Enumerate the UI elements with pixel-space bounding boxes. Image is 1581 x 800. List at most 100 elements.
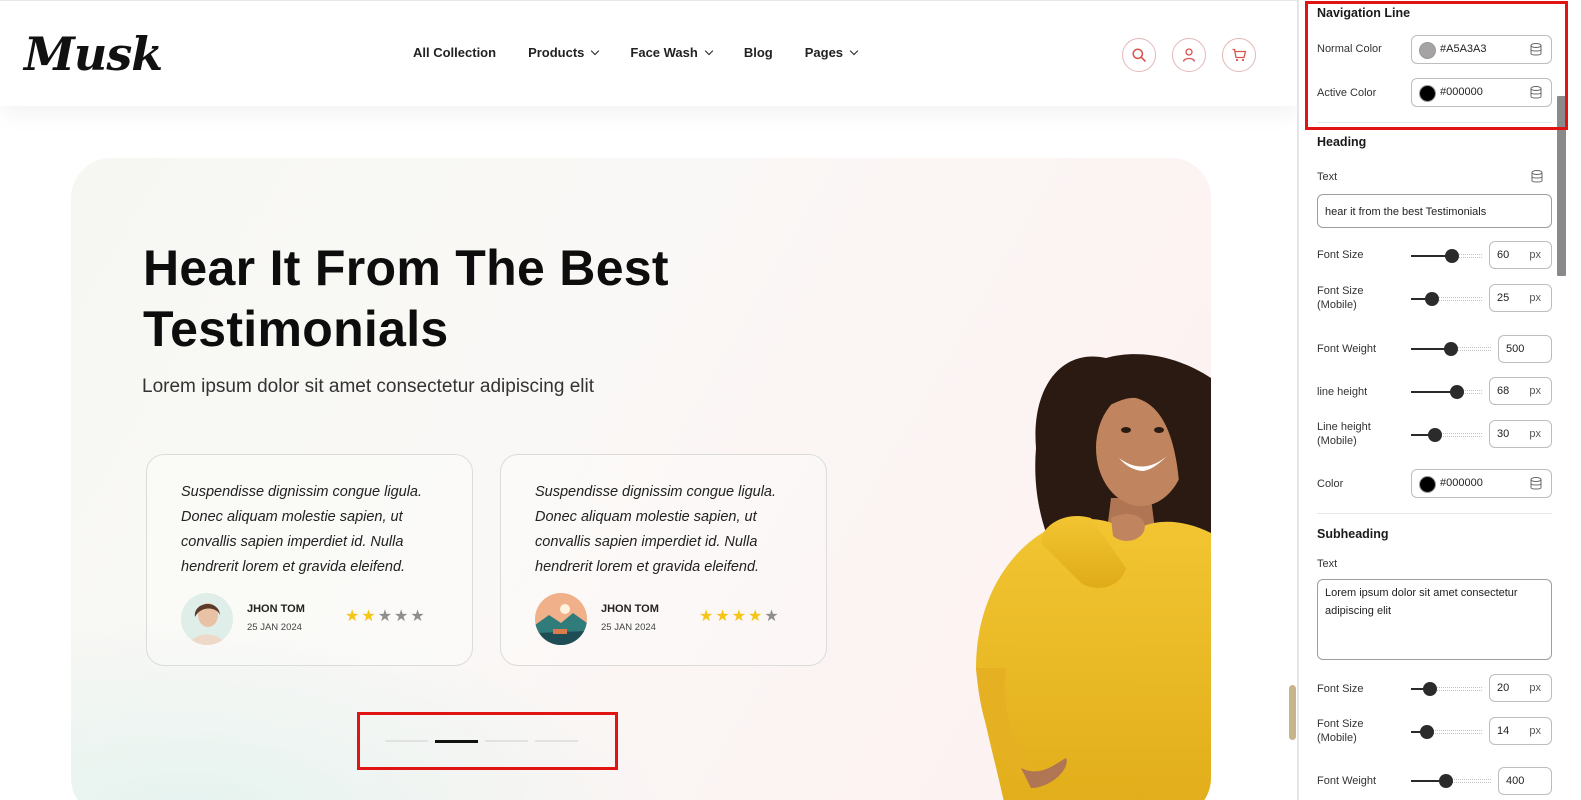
nav-item-all-collection[interactable]: All Collection	[413, 45, 496, 60]
heading-font-size-label: Font Size	[1317, 249, 1364, 261]
hero-title-line: Testimonials	[143, 301, 449, 357]
value: 68	[1497, 385, 1510, 397]
subheading-font-size-mobile-label: Font Size (Mobile)	[1317, 718, 1364, 744]
pagination-dash[interactable]	[485, 740, 528, 742]
heading-font-size-mobile-label: Font Size (Mobile)	[1317, 285, 1364, 311]
value: 60	[1497, 249, 1510, 261]
color-swatch[interactable]	[1419, 476, 1436, 493]
slider-rest	[1427, 730, 1482, 734]
subheading-font-weight-slider[interactable]	[1411, 774, 1491, 788]
unit: px	[1529, 249, 1541, 261]
preview-scrollbar-thumb[interactable]	[1289, 685, 1296, 740]
star-rating: ★ ★ ★ ★ ★	[345, 609, 425, 625]
nav-item-label: Pages	[804, 45, 844, 60]
hero-title-line: Hear It From The Best	[143, 240, 669, 296]
value: 25	[1497, 292, 1510, 304]
star-empty-icon: ★	[377, 608, 393, 625]
testimonial-card: Suspendisse dignissim congue ligula. Don…	[500, 454, 827, 666]
testimonial-card: Suspendisse dignissim congue ligula. Don…	[146, 454, 473, 666]
slider-thumb[interactable]	[1450, 385, 1464, 399]
nav-item-blog[interactable]: Blog	[744, 45, 773, 60]
heading-line-height-input[interactable]: 68 px	[1489, 377, 1552, 405]
subheading-font-weight-input[interactable]: 400	[1498, 767, 1552, 795]
unit: px	[1529, 428, 1541, 440]
nav-item-label: Blog	[743, 45, 773, 60]
heading-font-weight-label: Font Weight	[1317, 343, 1377, 355]
slider-thumb[interactable]	[1420, 725, 1434, 739]
search-icon	[1132, 48, 1146, 62]
database-icon[interactable]	[1530, 477, 1542, 490]
database-icon[interactable]	[1530, 86, 1542, 99]
slider-thumb[interactable]	[1428, 428, 1442, 442]
heading-font-size-slider[interactable]	[1411, 249, 1482, 263]
heading-font-size-mobile-input[interactable]: 25 px	[1489, 284, 1552, 312]
section-divider	[1317, 513, 1552, 514]
heading-text-label: Text	[1317, 171, 1338, 183]
slider-thumb[interactable]	[1423, 682, 1437, 696]
nav-item-label: Products	[528, 45, 585, 60]
slider-thumb[interactable]	[1445, 249, 1459, 263]
subheading-font-size-mobile-input[interactable]: 14 px	[1489, 717, 1552, 745]
store-preview: Musk All Collection Products Face Wash B…	[0, 0, 1298, 800]
subheading-text-input[interactable]: Lorem ipsum dolor sit amet consectetur a…	[1317, 579, 1552, 660]
model-photo	[976, 354, 1211, 800]
panel-scrollbar-thumb[interactable]	[1557, 96, 1566, 276]
slider-thumb[interactable]	[1444, 342, 1458, 356]
slider-thumb[interactable]	[1439, 774, 1453, 788]
chevron-down-icon	[591, 46, 600, 55]
site-header: Musk All Collection Products Face Wash B…	[0, 0, 1297, 106]
star-empty-icon: ★	[394, 608, 409, 625]
nav-item-face-wash[interactable]: Face Wash	[630, 45, 714, 60]
unit: px	[1529, 385, 1541, 397]
heading-color-field[interactable]: #000000	[1411, 469, 1552, 498]
active-color-field[interactable]: #000000	[1411, 78, 1552, 107]
star-filled-icon: ★	[731, 608, 747, 625]
heading-font-size-mobile-slider[interactable]	[1411, 292, 1482, 306]
star-empty-icon: ★	[764, 608, 779, 625]
star-empty-icon: ★	[410, 608, 425, 625]
testimonial-date: 25 JAN 2024	[601, 622, 656, 633]
account-button[interactable]	[1172, 38, 1206, 72]
pagination-dash[interactable]	[535, 740, 578, 742]
section-divider	[1317, 122, 1552, 123]
subheading-font-size-slider[interactable]	[1411, 682, 1482, 696]
hero-title: Hear It From The Best Testimonials	[143, 238, 763, 360]
cart-icon	[1232, 48, 1247, 62]
site-logo[interactable]: Musk	[24, 27, 163, 81]
chevron-down-icon	[849, 46, 859, 55]
slider-thumb[interactable]	[1425, 292, 1439, 306]
search-button[interactable]	[1122, 38, 1156, 72]
nav-item-pages[interactable]: Pages	[804, 45, 859, 60]
pagination-dash[interactable]	[435, 740, 478, 743]
subheading-font-size-input[interactable]: 20 px	[1489, 674, 1552, 702]
testimonial-date: 25 JAN 2024	[247, 622, 302, 633]
nav-item-products[interactable]: Products	[528, 45, 600, 60]
slider-rest	[1432, 297, 1482, 301]
active-color-label: Active Color	[1317, 87, 1377, 99]
unit: px	[1529, 682, 1541, 694]
heading-text-input[interactable]: hear it from the best Testimonials	[1317, 194, 1552, 228]
avatar	[181, 593, 233, 645]
color-swatch[interactable]	[1419, 85, 1436, 102]
normal-color-field[interactable]: #A5A3A3	[1411, 35, 1552, 64]
testimonial-quote: Suspendisse dignissim congue ligula. Don…	[181, 484, 423, 575]
color-hex: #A5A3A3	[1440, 43, 1487, 55]
heading-font-weight-input[interactable]: 500	[1498, 335, 1552, 363]
cart-button[interactable]	[1222, 38, 1256, 72]
section-title-heading: Heading	[1317, 135, 1367, 149]
database-icon[interactable]	[1530, 43, 1542, 56]
heading-font-size-input[interactable]: 60 px	[1489, 241, 1552, 269]
subheading-font-size-mobile-slider[interactable]	[1411, 725, 1482, 739]
testimonial-quote: Suspendisse dignissim congue ligula. Don…	[535, 484, 777, 575]
heading-line-height-slider[interactable]	[1411, 385, 1482, 399]
star-filled-icon: ★	[715, 608, 730, 625]
pagination-dash[interactable]	[385, 740, 428, 742]
unit: px	[1529, 725, 1541, 737]
color-swatch[interactable]	[1419, 42, 1436, 59]
section-title-subheading: Subheading	[1317, 527, 1389, 541]
slider-rest	[1435, 433, 1482, 437]
database-icon[interactable]	[1531, 170, 1543, 183]
heading-line-height-mobile-slider[interactable]	[1411, 428, 1482, 442]
heading-line-height-mobile-input[interactable]: 30 px	[1489, 420, 1552, 448]
heading-font-weight-slider[interactable]	[1411, 342, 1491, 356]
